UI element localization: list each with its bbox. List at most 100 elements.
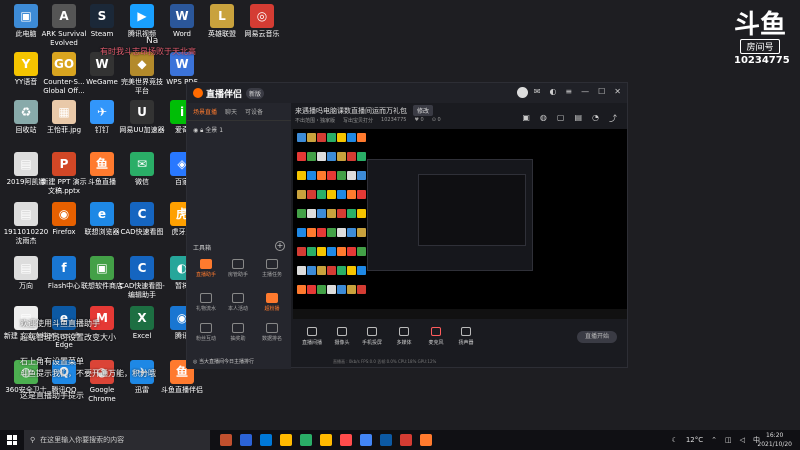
tab-chat[interactable]: 聊天: [225, 107, 237, 116]
preview-mini-icon: [337, 190, 346, 199]
taskbar-app-icon[interactable]: [300, 434, 312, 446]
menu-icon[interactable]: ≡: [565, 87, 572, 96]
source-label: 直播间播: [301, 340, 322, 346]
tray-chevron-icon[interactable]: ⌃: [711, 436, 717, 444]
minimize-icon[interactable]: —: [581, 87, 589, 96]
toolbox-item[interactable]: 本人活动: [223, 293, 253, 312]
scene-label: 全景 1: [205, 127, 224, 134]
app-icon: ▤: [14, 256, 38, 280]
taskbar-app-icon[interactable]: [340, 434, 352, 446]
preview-mini-icon: [347, 190, 356, 199]
taskbar-app-icon[interactable]: [280, 434, 292, 446]
taskbar-search[interactable]: ⚲ 在这里输入你要搜索的内容: [24, 430, 210, 450]
preview-mini-icon: [347, 266, 356, 275]
taskbar-app-icon[interactable]: [400, 434, 412, 446]
taskbar-app-icon[interactable]: [380, 434, 392, 446]
source-label: 多媒体: [396, 340, 412, 346]
taskbar-apps: [220, 434, 432, 446]
bottom-toolbar: 直播间播 摄像头 手机投屏 多媒体 麦克风 扬声器 直播开始 直播画 : 0kb/s FP…: [293, 321, 627, 367]
start-button[interactable]: [0, 430, 24, 450]
app-icon: ▣: [90, 256, 114, 280]
tool-icon: [232, 293, 244, 303]
toolbox-item[interactable]: 礼物流水: [191, 293, 221, 312]
share-icon[interactable]: ⤴: [609, 113, 617, 124]
preview-mini-icon: [317, 190, 326, 199]
taskbar-app-icon[interactable]: [240, 434, 252, 446]
scene-item[interactable]: ◉ 🔒︎ 全景 1: [187, 121, 291, 139]
stream-title: 来遇播吗电脑课数直播间运而万礼包: [295, 106, 407, 115]
source-button[interactable]: 直播间播: [297, 327, 327, 346]
source-label: 手机投屏: [361, 340, 382, 346]
tool-label: 主播任务: [261, 272, 282, 278]
source-icon: [431, 327, 441, 336]
close-icon[interactable]: ✕: [614, 87, 621, 96]
title-bar[interactable]: 直播伴侣 新版 ✉ ◐ ≡ — ☐ ✕: [187, 83, 627, 103]
info-category[interactable]: 不出范围・独家版: [295, 117, 335, 124]
preview-taskbar: [293, 309, 627, 319]
maximize-icon[interactable]: ☐: [598, 87, 605, 96]
toolbox-item[interactable]: 房管助手: [223, 259, 253, 278]
toolbox-item[interactable]: 直播助手: [191, 259, 221, 278]
preview-mini-icon: [327, 190, 336, 199]
tab-devices[interactable]: 可设备: [245, 107, 263, 116]
toolbox-item[interactable]: 超粉播: [257, 293, 287, 312]
bell-icon[interactable]: ◔: [592, 113, 599, 124]
rank-link[interactable]: ◎ 当大直播间今日主播排行: [193, 358, 254, 365]
start-live-button[interactable]: 直播开始: [577, 331, 617, 343]
source-button[interactable]: 扬声器: [451, 327, 481, 346]
desktop-icon-label: 网易云音乐: [244, 30, 280, 38]
taskbar-app-icon[interactable]: [260, 434, 272, 446]
info-rating: 写出宝贝打分: [343, 118, 374, 124]
app-icon: ▶: [130, 4, 154, 28]
source-button[interactable]: 麦克风: [421, 327, 451, 346]
source-button[interactable]: 手机投屏: [357, 327, 387, 346]
source-button[interactable]: 摄像头: [327, 327, 357, 346]
tool-label: 粉丝互动: [195, 336, 216, 342]
taskbar-app-icon[interactable]: [360, 434, 372, 446]
lock-icon[interactable]: 🔒︎: [200, 127, 203, 134]
version-badge[interactable]: 新版: [246, 87, 265, 99]
toolbox-item[interactable]: 数据排名: [257, 323, 287, 342]
avatar[interactable]: [517, 87, 528, 98]
app-icon: f: [52, 256, 76, 280]
mail-icon[interactable]: ✉: [534, 87, 541, 96]
network-icon[interactable]: ◫: [725, 436, 732, 444]
app-icon: e: [90, 202, 114, 226]
tab-scene[interactable]: 场景直播: [193, 107, 217, 116]
lock-preview-icon[interactable]: ▢: [557, 113, 565, 124]
app-icon: 鱼: [90, 152, 114, 176]
preview-mini-icon: [357, 247, 366, 256]
clock-date: 2021/10/20: [757, 441, 792, 448]
source-button[interactable]: 多媒体: [389, 327, 419, 346]
taskbar-app-icon[interactable]: [420, 434, 432, 446]
clock[interactable]: 16:20 2021/10/20: [757, 431, 792, 449]
preview-mini-icon: [307, 152, 316, 161]
tool-label: 礼物流水: [195, 306, 216, 312]
room-label: 房间号: [740, 39, 780, 54]
skin-icon[interactable]: ◐: [549, 87, 556, 96]
toolbox-add-icon[interactable]: +: [275, 241, 285, 251]
overlay-line-4: 斗鱼提示我们，不要开通万能，积分哦: [20, 369, 156, 378]
live-preview[interactable]: [293, 129, 627, 319]
modify-button[interactable]: 修改: [413, 105, 434, 116]
app-icon: GO: [52, 52, 76, 76]
toolbox-item[interactable]: 粉丝互动: [191, 323, 221, 342]
record-icon[interactable]: ◍: [540, 113, 547, 124]
toolbox-item[interactable]: 抽奖助: [223, 323, 253, 342]
taskbar-app-icon[interactable]: [220, 434, 232, 446]
volume-icon[interactable]: ◁: [740, 436, 745, 444]
eye-icon[interactable]: ◉: [193, 127, 198, 134]
taskbar-app-icon[interactable]: [320, 434, 332, 446]
desktop-icon[interactable]: ◎ 网易云音乐: [238, 4, 286, 39]
douyu-live-companion-window[interactable]: 直播伴侣 新版 ✉ ◐ ≡ — ☐ ✕ 场景直播 聊天 可设备 ◉ 🔒︎ 全景 …: [186, 82, 628, 369]
overlay-pink-line: 有时我斗志昂扬败于天北高: [100, 47, 196, 56]
stream-info-row: 不出范围・独家版 写出宝贝打分 10234775 ♥ 0 ⊙ 0: [295, 117, 441, 124]
toolbox-item[interactable]: 主播任务: [257, 259, 287, 278]
overlay-line-5: 这是直播助手提示: [20, 391, 84, 400]
preview-mini-icon: [357, 190, 366, 199]
weather-temp[interactable]: 12°C: [686, 436, 703, 444]
layout-icon[interactable]: ▤: [574, 113, 582, 124]
screenshot-icon[interactable]: ▣: [522, 113, 530, 124]
weather-icon[interactable]: ☾: [672, 436, 678, 444]
preview-mini-icon: [327, 171, 336, 180]
